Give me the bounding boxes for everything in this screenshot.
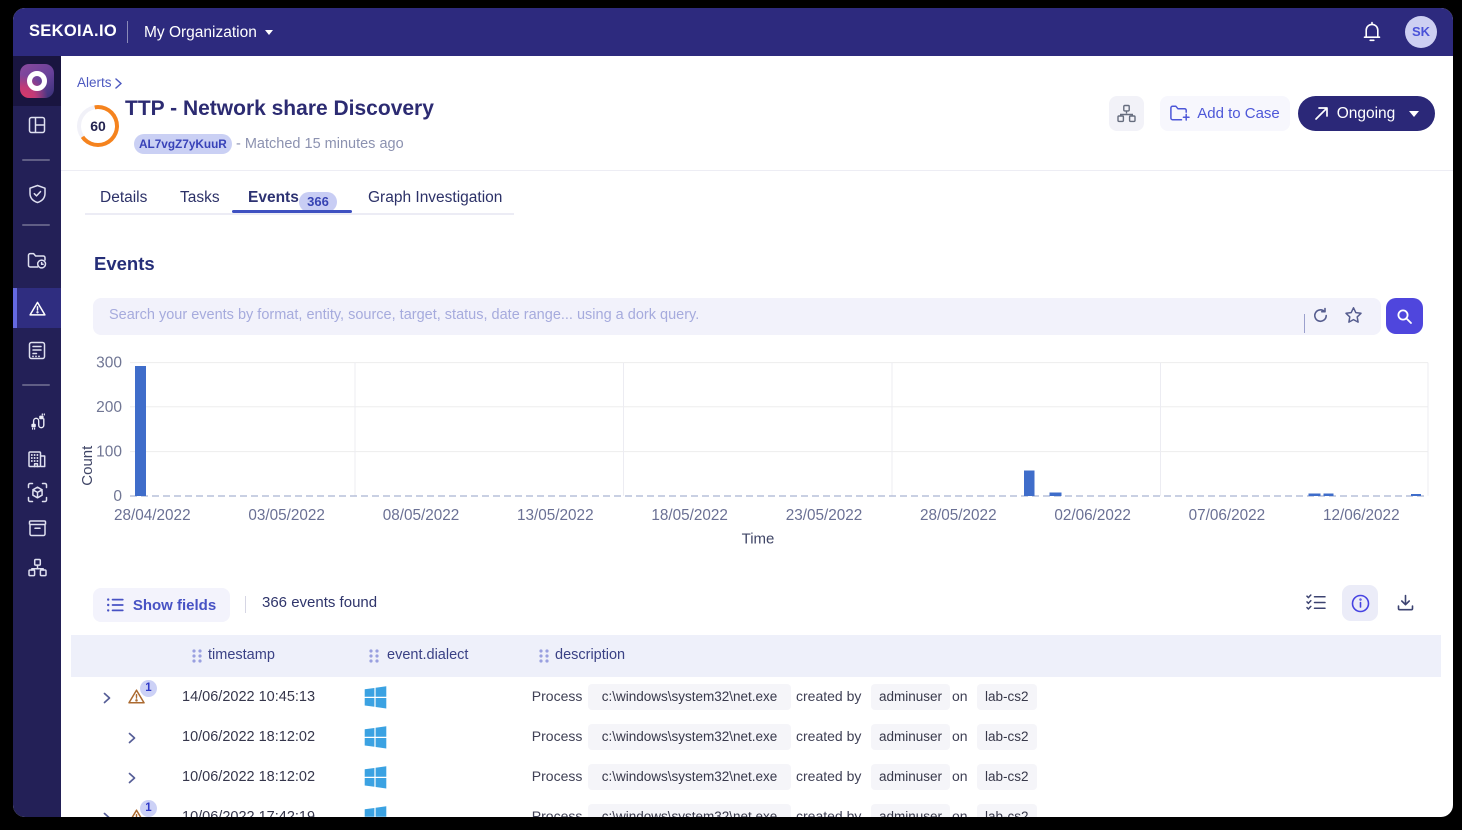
svg-text:02/06/2022: 02/06/2022 [1054, 507, 1131, 524]
svg-text:03/05/2022: 03/05/2022 [248, 507, 325, 524]
svg-text:0: 0 [113, 488, 122, 505]
svg-text:200: 200 [96, 399, 122, 416]
svg-text:23/05/2022: 23/05/2022 [786, 507, 863, 524]
svg-text:Time: Time [742, 531, 775, 548]
svg-text:07/06/2022: 07/06/2022 [1189, 507, 1266, 524]
svg-text:13/05/2022: 13/05/2022 [517, 507, 594, 524]
svg-text:Count: Count [79, 445, 96, 486]
svg-text:28/04/2022: 28/04/2022 [114, 507, 191, 524]
svg-text:12/06/2022: 12/06/2022 [1323, 507, 1400, 524]
svg-text:18/05/2022: 18/05/2022 [651, 507, 728, 524]
svg-text:100: 100 [96, 444, 122, 461]
svg-text:300: 300 [96, 355, 122, 372]
svg-text:28/05/2022: 28/05/2022 [920, 507, 997, 524]
svg-text:08/05/2022: 08/05/2022 [383, 507, 460, 524]
